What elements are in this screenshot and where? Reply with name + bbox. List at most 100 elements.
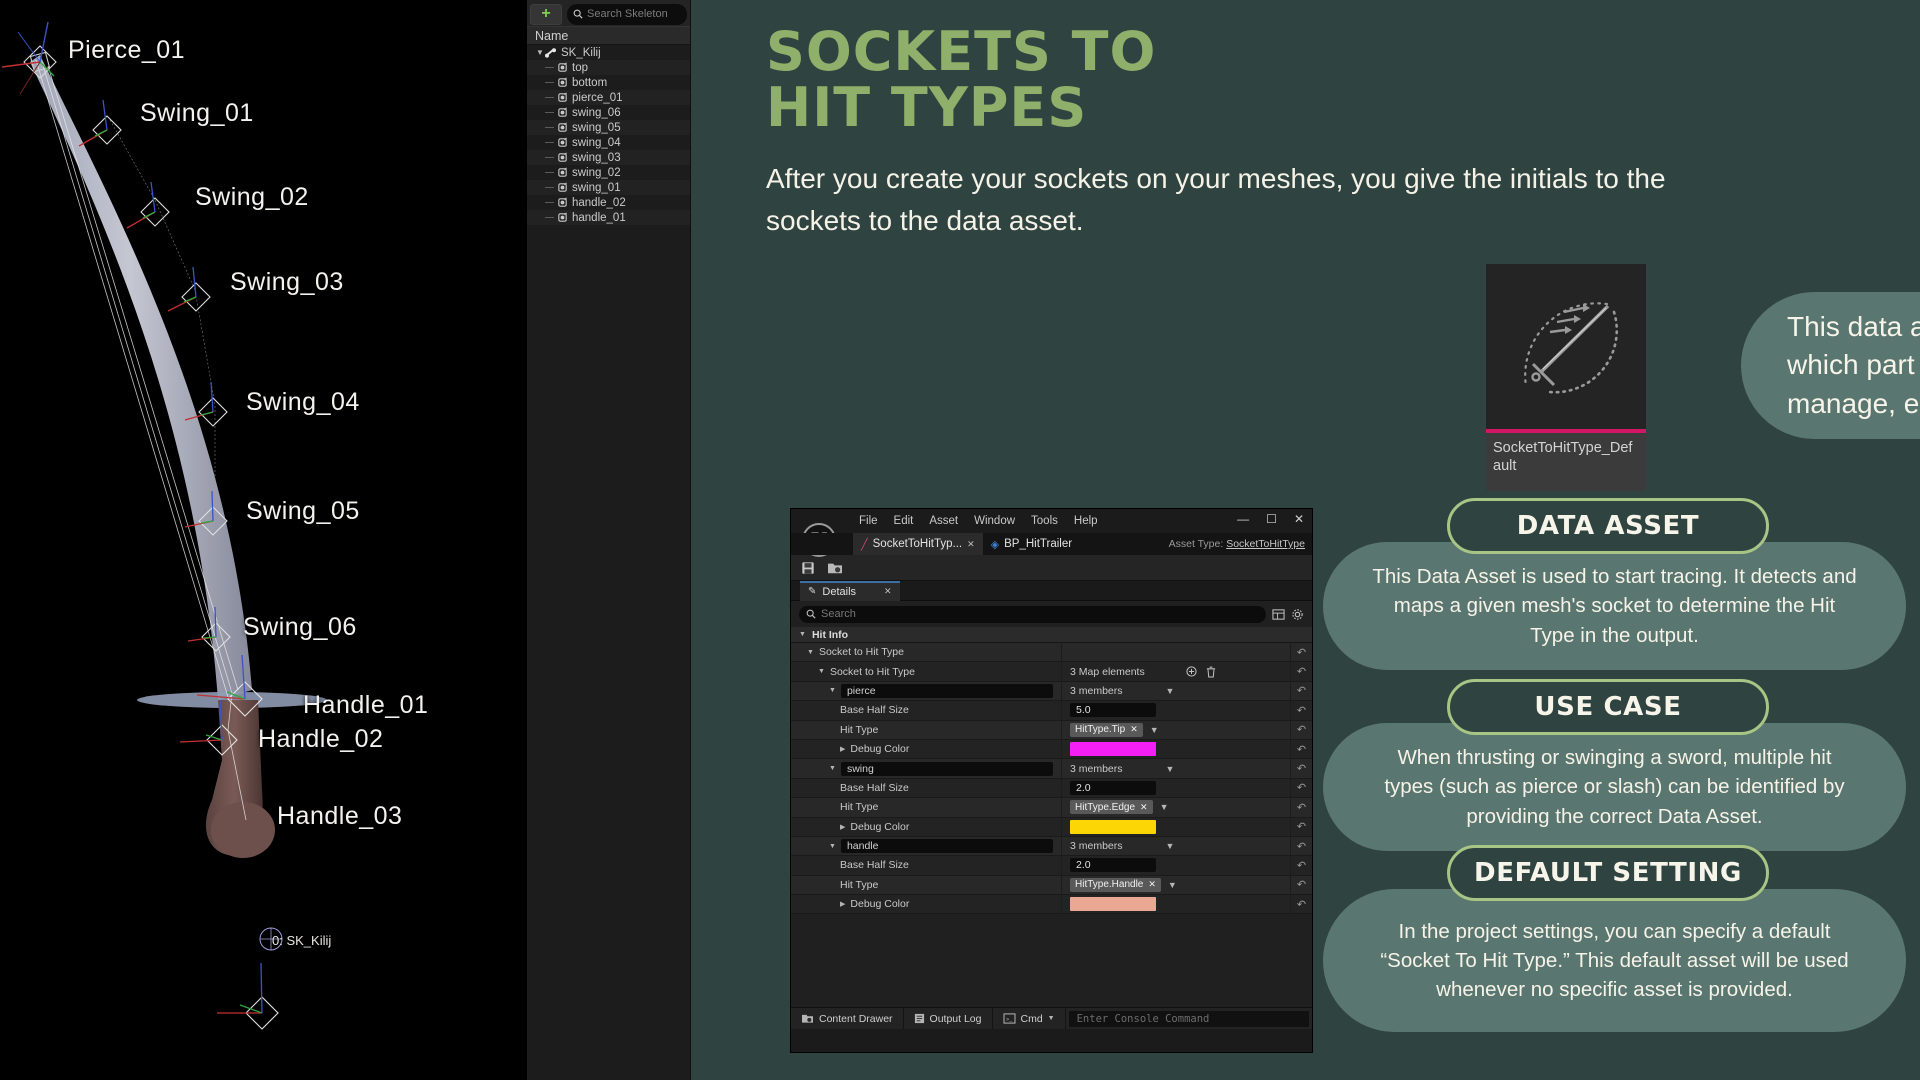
reset-to-default-button[interactable]: ↶ — [1290, 895, 1312, 914]
number-input[interactable]: 2.0 — [1070, 858, 1156, 873]
chevron-right-icon[interactable]: ▶ — [840, 745, 845, 753]
gameplay-tag-chip[interactable]: HitType.Edge ✕ — [1070, 800, 1153, 815]
tree-row[interactable]: swing_02 — [527, 165, 690, 180]
property-row[interactable]: ▶ Debug Color ↶ — [791, 895, 1312, 915]
reset-to-default-button[interactable]: ↶ — [1290, 739, 1312, 759]
ue-status-bar[interactable]: Content Drawer Output Log >_ Cmd ▼ Enter… — [791, 1007, 1312, 1029]
reset-to-default-button[interactable]: ↶ — [1290, 856, 1312, 875]
color-swatch[interactable] — [1070, 742, 1156, 757]
chevron-down-icon[interactable]: ▼ — [829, 765, 836, 772]
property-row[interactable]: Hit Type HitType.Tip ✕ ▼ ↶ — [791, 720, 1312, 740]
unreal-editor-window[interactable]: U FileEditAssetWindowToolsHelp — ☐ ✕ ╱ S… — [790, 508, 1313, 1053]
tree-row[interactable]: top — [527, 60, 690, 75]
delete-all-icon[interactable] — [1206, 666, 1216, 678]
console-command-input[interactable]: Enter Console Command — [1068, 1010, 1309, 1027]
output-log-button[interactable]: Output Log — [904, 1008, 993, 1029]
chevron-right-icon[interactable]: ▶ — [840, 823, 845, 831]
number-input[interactable]: 2.0 — [1070, 780, 1156, 795]
reset-to-default-button[interactable]: ↶ — [1290, 817, 1312, 836]
chevron-down-icon[interactable]: ▼ — [1166, 686, 1175, 696]
reset-to-default-button[interactable]: ↶ — [1290, 836, 1312, 856]
category-hit-info[interactable]: ▼ Hit Info — [791, 627, 1312, 643]
property-row[interactable]: Hit Type HitType.Edge ✕ ▼ ↶ — [791, 798, 1312, 818]
menu-window[interactable]: Window — [974, 515, 1015, 527]
tab-bp-hittrailer[interactable]: ◈ BP_HitTrailer — [983, 533, 1080, 555]
settings-gear-icon[interactable] — [1291, 608, 1304, 621]
property-value-cell[interactable] — [1061, 895, 1290, 914]
tree-row[interactable]: swing_06 — [527, 105, 690, 120]
skeleton-search-input[interactable]: Search Skeleton — [567, 3, 687, 25]
reset-to-default-button[interactable]: ↶ — [1290, 643, 1312, 662]
map-key-field[interactable]: swing — [840, 761, 1053, 776]
property-row[interactable]: Base Half Size 2.0 ↶ — [791, 778, 1312, 799]
chevron-down-icon[interactable]: ▼ — [1168, 880, 1177, 890]
tree-row[interactable]: bottom — [527, 75, 690, 90]
ue-menu-bar[interactable]: File Edit Asset Window Tools Help — [859, 515, 1098, 527]
property-row[interactable]: Base Half Size 5.0 ↶ — [791, 701, 1312, 721]
property-value-cell[interactable]: 3 members ▼ — [1061, 759, 1290, 778]
tree-column-header-name[interactable]: Name — [527, 26, 690, 45]
reset-to-default-button[interactable]: ↶ — [1290, 720, 1312, 739]
menu-help[interactable]: Help — [1074, 515, 1098, 527]
chevron-down-icon[interactable]: ▼ — [829, 687, 836, 694]
tree-row-root[interactable]: ▼ SK_Kilij — [527, 45, 690, 60]
minimize-icon[interactable]: — — [1237, 512, 1249, 526]
chevron-down-icon[interactable]: ▼ — [829, 843, 836, 850]
property-value-cell[interactable] — [1061, 643, 1290, 662]
save-icon[interactable] — [801, 561, 815, 575]
tree-row[interactable]: handle_02 — [527, 195, 690, 210]
menu-file[interactable]: File — [859, 515, 878, 527]
chevron-down-icon[interactable]: ▼ — [1150, 725, 1159, 735]
tree-row[interactable]: handle_01 — [527, 210, 690, 225]
chevron-down-icon[interactable]: ▼ — [1166, 841, 1175, 851]
menu-edit[interactable]: Edit — [894, 515, 914, 527]
ue-asset-tabbar[interactable]: ╱ SocketToHitTyp... ✕ ◈ BP_HitTrailer As… — [791, 533, 1312, 555]
property-row[interactable]: ▼ swing 3 members ▼ ↶ — [791, 759, 1312, 779]
ue-toolbar[interactable] — [791, 555, 1312, 581]
property-value-cell[interactable]: 5.0 — [1061, 701, 1290, 720]
number-input[interactable]: 5.0 — [1070, 703, 1156, 718]
property-value-cell[interactable] — [1061, 739, 1290, 759]
property-row[interactable]: ▼ pierce 3 members ▼ ↶ — [791, 681, 1312, 702]
asset-card[interactable]: SocketToHitType_Default — [1486, 264, 1646, 491]
menu-tools[interactable]: Tools — [1031, 515, 1058, 527]
property-row[interactable]: ▼ Socket to Hit Type 3 Map elements ↶ — [791, 662, 1312, 682]
reset-to-default-button[interactable]: ↶ — [1290, 798, 1312, 817]
gameplay-tag-chip[interactable]: HitType.Handle ✕ — [1070, 877, 1161, 892]
property-row[interactable]: ▼ Socket to Hit Type ↶ — [791, 643, 1312, 663]
property-value-cell[interactable]: 3 members ▼ — [1061, 681, 1290, 701]
chevron-down-icon[interactable]: ▼ — [535, 48, 545, 57]
tree-row[interactable]: swing_03 — [527, 150, 690, 165]
property-value-cell[interactable] — [1061, 817, 1290, 836]
color-swatch[interactable] — [1070, 897, 1156, 912]
property-value-cell[interactable]: 3 Map elements — [1061, 662, 1290, 681]
tree-row[interactable]: pierce_01 — [527, 90, 690, 105]
chevron-down-icon[interactable]: ▼ — [818, 668, 825, 675]
property-value-cell[interactable]: 3 members ▼ — [1061, 836, 1290, 856]
map-key-field[interactable]: pierce — [840, 683, 1053, 698]
reset-to-default-button[interactable]: ↶ — [1290, 681, 1312, 701]
details-search-row[interactable]: Search — [791, 601, 1312, 627]
tree-row[interactable]: swing_05 — [527, 120, 690, 135]
chevron-down-icon[interactable]: ▼ — [807, 649, 814, 656]
property-row[interactable]: ▶ Debug Color ↶ — [791, 739, 1312, 760]
property-row[interactable]: Hit Type HitType.Handle ✕ ▼ ↶ — [791, 875, 1312, 896]
table-view-icon[interactable] — [1272, 608, 1285, 621]
chevron-right-icon[interactable]: ▶ — [840, 900, 845, 908]
tab-details[interactable]: ✎ Details ✕ — [800, 580, 900, 601]
maximize-icon[interactable]: ☐ — [1266, 512, 1277, 526]
property-value-cell[interactable]: 2.0 — [1061, 856, 1290, 875]
reset-to-default-button[interactable]: ↶ — [1290, 759, 1312, 778]
details-search-input[interactable]: Search — [799, 605, 1266, 623]
tree-row[interactable]: swing_01 — [527, 180, 690, 195]
chevron-down-icon[interactable]: ▼ — [1166, 764, 1175, 774]
remove-tag-icon[interactable]: ✕ — [1148, 879, 1156, 890]
asset-type-value[interactable]: SocketToHitType — [1226, 538, 1305, 550]
skeleton-tree-panel[interactable]: + Search Skeleton Name ▼ SK_Kilij top botto… — [527, 0, 1069, 1080]
add-socket-button[interactable]: + — [530, 3, 562, 25]
details-tab-close-icon[interactable]: ✕ — [884, 586, 892, 597]
property-row[interactable]: ▶ Debug Color ↶ — [791, 817, 1312, 837]
reset-to-default-button[interactable]: ↶ — [1290, 662, 1312, 681]
property-value-cell[interactable]: HitType.Handle ✕ ▼ — [1061, 875, 1290, 895]
browse-content-icon[interactable] — [827, 561, 843, 575]
